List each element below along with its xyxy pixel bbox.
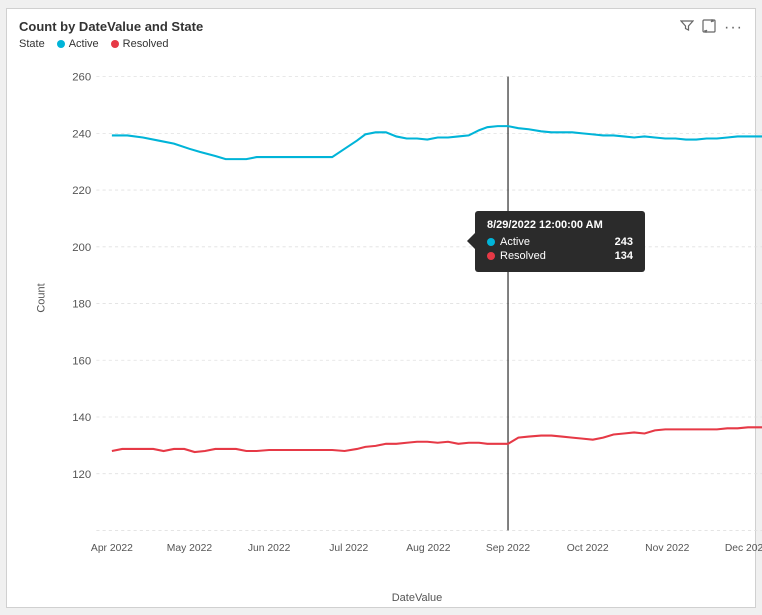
legend-state-label: State	[19, 38, 45, 50]
legend-resolved-dot	[111, 40, 119, 48]
svg-text:Jun 2022: Jun 2022	[248, 543, 291, 554]
svg-text:May 2022: May 2022	[167, 543, 213, 554]
line-chart-svg: 260 240 220 200 180 160 140 120 Apr 2022…	[55, 56, 762, 582]
svg-text:180: 180	[72, 298, 91, 310]
svg-text:Oct 2022: Oct 2022	[567, 543, 609, 554]
chart-container: Count by DateValue and State State Activ…	[6, 8, 756, 608]
legend-active: Active	[57, 38, 99, 50]
svg-text:Nov 2022: Nov 2022	[645, 543, 689, 554]
legend-resolved-label: Resolved	[123, 38, 169, 50]
more-icon[interactable]: ···	[724, 19, 743, 37]
svg-text:240: 240	[72, 128, 91, 140]
svg-text:140: 140	[72, 412, 91, 424]
chart-title: Count by DateValue and State	[19, 19, 743, 34]
legend-active-label: Active	[69, 38, 99, 50]
chart-toolbar: ···	[680, 19, 743, 37]
svg-text:Dec 2022: Dec 2022	[725, 543, 762, 554]
active-line	[112, 126, 762, 159]
filter-icon[interactable]	[680, 19, 694, 36]
legend-resolved: Resolved	[111, 38, 169, 50]
y-axis-label: Count	[36, 284, 48, 313]
svg-text:200: 200	[72, 241, 91, 253]
svg-text:260: 260	[72, 71, 91, 83]
svg-text:120: 120	[72, 468, 91, 480]
resolved-line	[112, 427, 762, 452]
svg-text:220: 220	[72, 185, 91, 197]
expand-icon[interactable]	[702, 19, 716, 36]
svg-text:Sep 2022: Sep 2022	[486, 543, 530, 554]
svg-text:Aug 2022: Aug 2022	[406, 543, 450, 554]
chart-legend: State Active Resolved	[19, 38, 743, 50]
legend-active-dot	[57, 40, 65, 48]
svg-text:160: 160	[72, 355, 91, 367]
svg-text:Apr 2022: Apr 2022	[91, 543, 133, 554]
x-axis-label: DateValue	[392, 592, 443, 604]
svg-text:Jul 2022: Jul 2022	[329, 543, 368, 554]
chart-area: Count 260 240 220 200 180 160 140 120 Ap…	[55, 56, 762, 582]
